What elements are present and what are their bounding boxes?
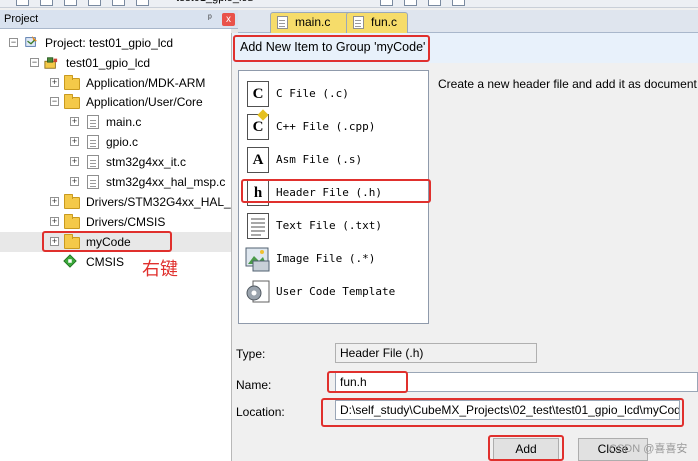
collapse-icon[interactable]: − xyxy=(50,97,59,106)
toolbar-button[interactable] xyxy=(16,0,29,6)
project-icon xyxy=(25,35,38,47)
toolbar-button[interactable] xyxy=(88,0,101,6)
tree-item-label: main.c xyxy=(106,115,142,129)
collapse-icon[interactable]: − xyxy=(9,38,18,47)
folder-icon xyxy=(64,194,80,209)
tree-item-file[interactable]: + main.c xyxy=(0,112,231,132)
toolbar-button[interactable] xyxy=(380,0,393,6)
expand-icon[interactable]: + xyxy=(50,78,59,87)
item-label: C++ File (.cpp) xyxy=(276,120,376,133)
watermark: CSDN @喜喜安 xyxy=(609,443,688,455)
toolbar-button[interactable] xyxy=(428,0,441,6)
item-label: Text File (.txt) xyxy=(276,219,382,232)
item-label: C File (.c) xyxy=(276,87,349,100)
list-item-text-file[interactable]: Text File (.txt) xyxy=(247,211,427,241)
collapse-icon[interactable]: − xyxy=(30,58,39,67)
tab-fun-c[interactable]: fun.c xyxy=(346,12,408,33)
folder-icon xyxy=(64,214,80,229)
item-description: Create a new header file and add it as d… xyxy=(438,77,698,91)
list-item-c-file[interactable]: C C File (.c) xyxy=(247,79,427,109)
toolbar-button[interactable] xyxy=(40,0,53,6)
highlight-dialog-title xyxy=(233,35,430,62)
expand-icon[interactable]: + xyxy=(70,177,79,186)
tree-item-file[interactable]: + stm32g4xx_hal_msp.c xyxy=(0,172,231,192)
project-panel-title: Project xyxy=(4,13,39,25)
tree-item-label: test01_gpio_lcd xyxy=(66,56,151,70)
tab-main-c[interactable]: main.c xyxy=(270,12,354,33)
list-item-image-file[interactable]: Image File (.*) xyxy=(245,244,427,274)
expand-icon[interactable]: + xyxy=(50,197,59,206)
tree-item-folder[interactable]: + Application/MDK-ARM xyxy=(0,73,231,93)
annotation-right-click: 右键 xyxy=(142,259,178,280)
tree-item-label: stm32g4xx_it.c xyxy=(106,155,187,169)
item-label: Image File (.*) xyxy=(276,252,376,265)
tree-item-folder[interactable]: + Drivers/CMSIS xyxy=(0,212,231,232)
tree-item-label: stm32g4xx_hal_msp.c xyxy=(106,175,226,189)
image-file-icon xyxy=(245,247,270,272)
item-label: User Code Template xyxy=(276,285,396,298)
tree-item-file[interactable]: + stm32g4xx_it.c xyxy=(0,152,231,172)
c-file-icon: C xyxy=(247,81,269,107)
asm-file-icon: A xyxy=(247,147,269,173)
template-gear-icon xyxy=(246,280,270,303)
target-icon xyxy=(44,57,58,69)
toolbar-button[interactable] xyxy=(64,0,77,6)
tree-item-label: Project: test01_gpio_lcd xyxy=(45,36,174,50)
toolbar-button[interactable] xyxy=(136,0,149,6)
list-item-cpp-file[interactable]: C C++ File (.cpp) xyxy=(247,109,427,142)
toolbar-button[interactable] xyxy=(112,0,125,6)
tree-item-folder[interactable]: + Drivers/STM32G4xx_HAL_Dr xyxy=(0,192,231,212)
c-file-icon xyxy=(87,175,99,189)
highlight-location xyxy=(321,398,684,427)
tree-item-folder[interactable]: − Application/User/Core xyxy=(0,92,231,112)
type-label: Type: xyxy=(236,347,266,361)
tree-item-cmsis[interactable]: CMSIS xyxy=(0,252,231,272)
tree-item-label: CMSIS xyxy=(86,255,125,269)
open-folder-icon xyxy=(64,94,80,109)
name-label: Name: xyxy=(236,378,272,392)
toolbar-button[interactable] xyxy=(404,0,417,6)
expand-icon[interactable]: + xyxy=(70,117,79,126)
tree-item-file[interactable]: + gpio.c xyxy=(0,132,231,152)
tree-item-label: Application/User/Core xyxy=(86,95,203,109)
highlight-add xyxy=(488,435,564,461)
highlight-name xyxy=(327,371,408,393)
item-label: Asm File (.s) xyxy=(276,153,363,166)
highlight-header-file xyxy=(241,179,431,203)
close-icon[interactable]: x xyxy=(222,13,235,26)
list-item-asm-file[interactable]: A Asm File (.s) xyxy=(247,145,427,175)
project-panel-header: Project ᵖ x xyxy=(0,10,238,29)
expand-icon[interactable]: + xyxy=(50,217,59,226)
c-file-icon xyxy=(87,155,99,169)
tree-item-label: Drivers/CMSIS xyxy=(86,215,166,229)
c-file-icon xyxy=(353,16,364,29)
tree-item-label: gpio.c xyxy=(106,135,139,149)
c-file-icon xyxy=(87,115,99,129)
c-file-icon xyxy=(87,135,99,149)
tab-label: main.c xyxy=(295,15,331,29)
c-file-icon xyxy=(277,16,288,29)
tree-item-label: Drivers/STM32G4xx_HAL_Dr xyxy=(86,195,231,209)
tree-item-project[interactable]: − Project: test01_gpio_lcd xyxy=(0,33,231,53)
highlight-mycode xyxy=(42,231,172,252)
expand-icon[interactable]: + xyxy=(70,137,79,146)
component-icon xyxy=(63,254,77,268)
tab-label: fun.c xyxy=(371,15,398,29)
tree-item-label: Application/MDK-ARM xyxy=(86,76,206,90)
folder-icon xyxy=(64,75,80,90)
text-file-icon xyxy=(247,213,269,239)
window-title-fragment: test01_gpio_lcd xyxy=(176,0,253,4)
type-value: Header File (.h) xyxy=(335,343,537,363)
tree-item-target[interactable]: − test01_gpio_lcd xyxy=(0,53,231,73)
pin-icon[interactable]: ᵖ xyxy=(208,13,212,24)
list-item-user-code-template[interactable]: User Code Template xyxy=(246,277,427,307)
toolbar-strip: test01_gpio_lcd xyxy=(0,0,698,8)
expand-icon[interactable]: + xyxy=(70,157,79,166)
location-label: Location: xyxy=(236,405,285,419)
toolbar-button[interactable] xyxy=(452,0,465,6)
